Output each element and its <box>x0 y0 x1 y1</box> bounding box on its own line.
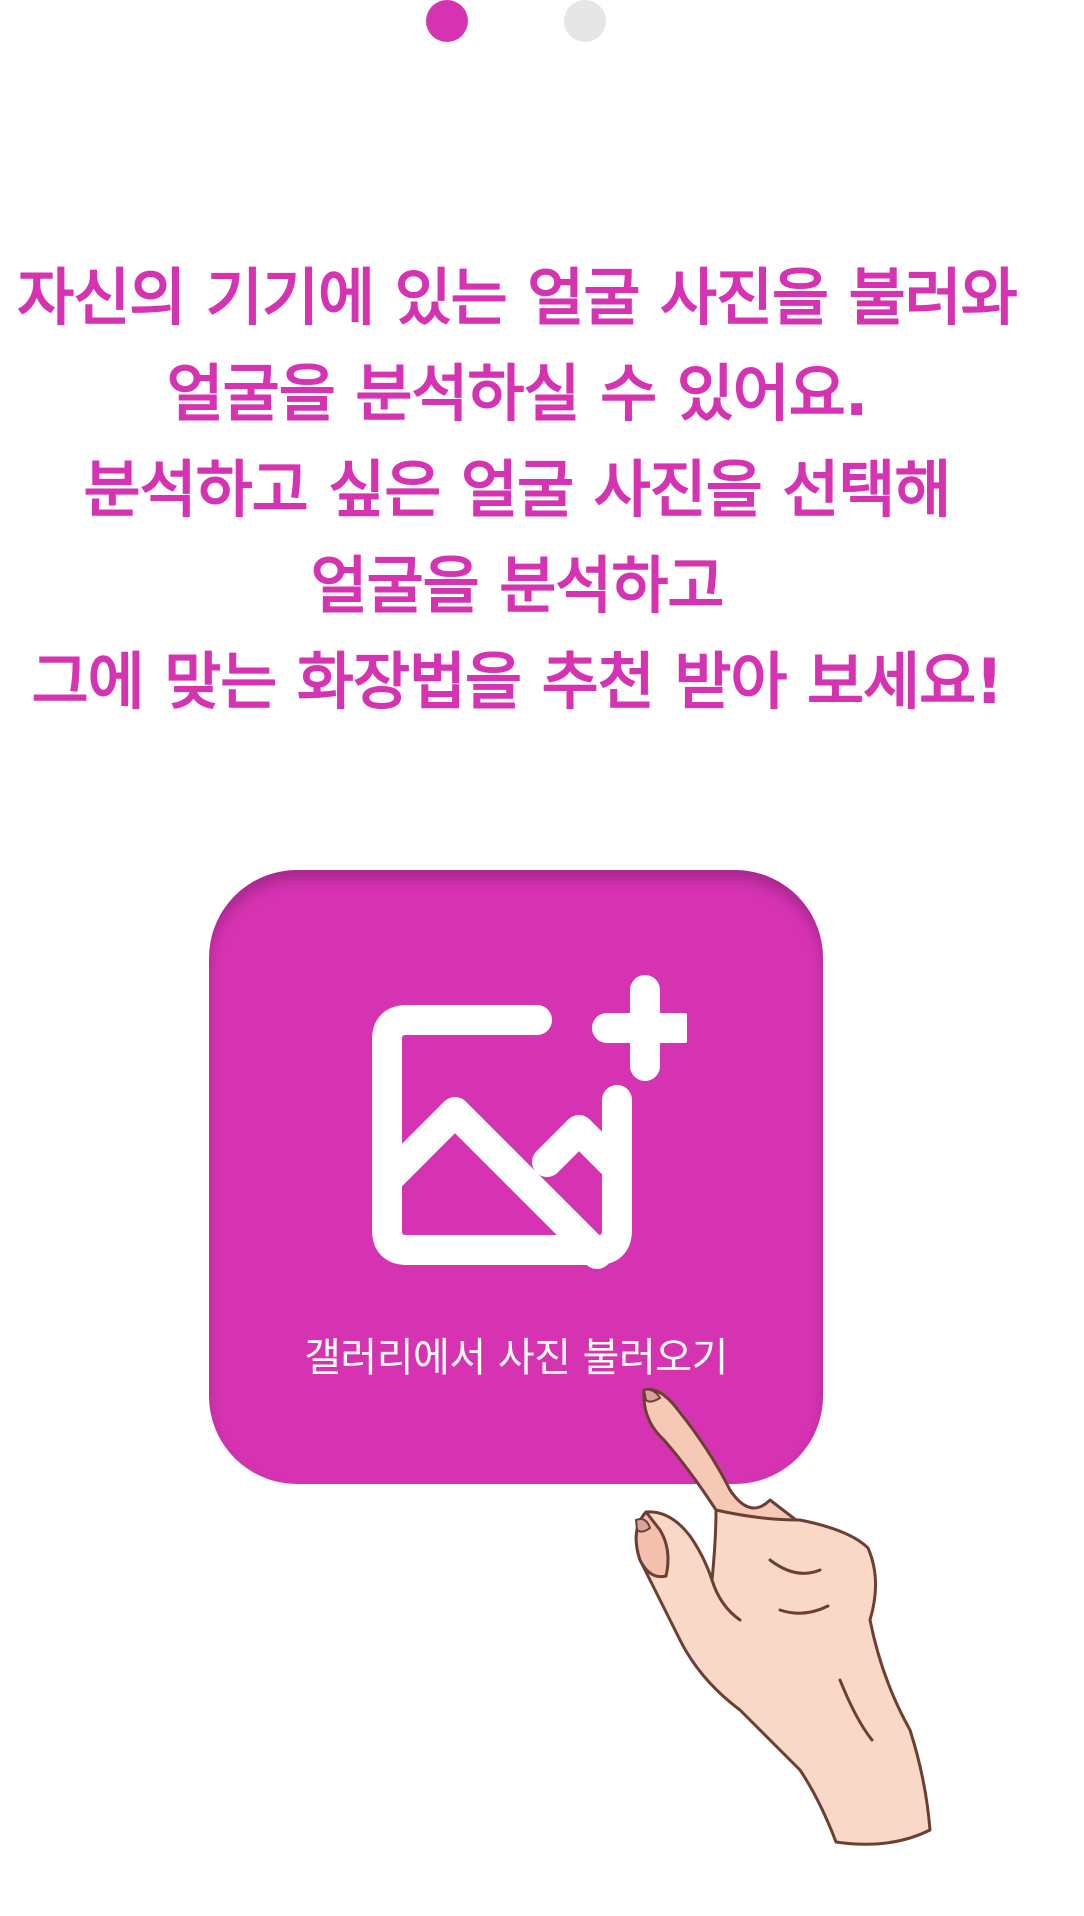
page-dot-inactive[interactable] <box>564 0 606 42</box>
description-line-2: 얼굴을 분석하실 수 있어요. <box>166 357 869 430</box>
load-from-gallery-label: 갤러리에서 사진 불러오기 <box>304 1335 728 1381</box>
description-line-1: 자신의 기기에 있는 얼굴 사진을 불러와 <box>17 261 1018 334</box>
page-indicator <box>0 0 1084 44</box>
description-line-4: 얼굴을 분석하고 <box>310 549 725 622</box>
pointing-hand-icon <box>634 1387 932 1846</box>
description-line-5: 그에 맞는 화장법을 추천 받아 보세요! <box>31 645 1004 718</box>
onboarding-description: 자신의 기기에 있는 얼굴 사진을 불러와 얼굴을 분석하실 수 있어요. 분석… <box>0 250 1034 730</box>
add-image-icon <box>372 975 687 1269</box>
page-dot-active[interactable] <box>426 0 468 42</box>
description-line-3: 분석하고 싶은 얼굴 사진을 선택해 <box>83 453 952 526</box>
